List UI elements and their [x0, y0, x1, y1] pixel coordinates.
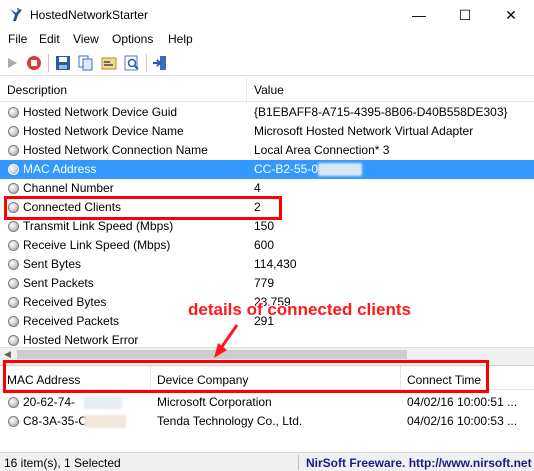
horizontal-scrollbar[interactable]: ◀	[0, 347, 534, 361]
properties-header: Description Value	[0, 78, 534, 102]
exit-icon	[153, 56, 166, 70]
status-separator	[298, 455, 299, 470]
item-bullet-icon	[8, 164, 19, 175]
annotation-label: details of connected clients	[188, 300, 411, 319]
status-item-count: 16 item(s), 1 Selected	[4, 456, 121, 470]
window-title: HostedNetworkStarter	[30, 8, 149, 22]
property-value: 114,430	[254, 257, 297, 271]
client-mac: C8-3A-35-C	[23, 414, 88, 428]
menu-file[interactable]: File	[8, 32, 27, 46]
property-name: Channel Number	[23, 181, 114, 195]
property-row[interactable]: Hosted Network Connection Name Local Are…	[0, 141, 534, 160]
menu-help[interactable]: Help	[168, 32, 193, 46]
property-name: MAC Address	[23, 162, 97, 176]
property-name: Sent Packets	[23, 276, 94, 290]
property-value: 150	[254, 219, 275, 233]
stop-icon	[27, 56, 41, 70]
client-row[interactable]: 20-62-74- Microsoft Corporation 04/02/16…	[0, 393, 534, 412]
property-row-selected[interactable]: MAC Address CC-B2-55-0	[0, 160, 534, 179]
property-value: 600	[254, 238, 275, 252]
property-value: Microsoft Hosted Network Virtual Adapter	[254, 124, 474, 138]
property-name: Hosted Network Connection Name	[23, 143, 208, 157]
properties-button[interactable]	[99, 53, 119, 73]
annotation-arrow-icon	[214, 324, 239, 358]
client-mac: 20-62-74-	[23, 395, 76, 409]
property-row[interactable]: Sent Packets 779	[0, 274, 534, 293]
item-bullet-icon	[8, 240, 19, 251]
toolbar-separator	[48, 54, 49, 72]
item-bullet-icon	[8, 416, 19, 427]
property-name: Transmit Link Speed (Mbps)	[23, 219, 174, 233]
exit-button[interactable]	[150, 53, 170, 73]
item-bullet-icon	[8, 316, 19, 327]
toolbar-separator	[146, 54, 147, 72]
property-name: Hosted Network Error	[23, 333, 139, 347]
nirsoft-link[interactable]: NirSoft Freeware. http://www.nirsoft.net	[306, 456, 532, 470]
highlight-connected-clients	[4, 196, 282, 220]
property-name: Sent Bytes	[23, 257, 82, 271]
property-name: Received Packets	[23, 314, 120, 328]
item-bullet-icon	[8, 126, 19, 137]
close-button[interactable]: ✕	[488, 0, 534, 30]
property-value: {B1EBAFF8-A715-4395-8B06-D40B558DE303}	[254, 105, 508, 119]
highlight-client-columns	[3, 360, 489, 393]
column-description[interactable]: Description	[7, 83, 67, 97]
find-button[interactable]	[122, 53, 142, 73]
property-row[interactable]: Hosted Network Device Guid {B1EBAFF8-A71…	[0, 103, 534, 122]
save-icon	[56, 56, 70, 70]
client-connect-time: 04/02/16 10:00:51 ...	[407, 395, 518, 409]
property-value: 779	[254, 276, 275, 290]
client-row[interactable]: C8-3A-35-C Tenda Technology Co., Ltd. 04…	[0, 412, 534, 431]
save-button[interactable]	[53, 53, 73, 73]
property-name: Hosted Network Device Guid	[23, 105, 178, 119]
property-row[interactable]: Sent Bytes 114,430	[0, 255, 534, 274]
item-bullet-icon	[8, 297, 19, 308]
client-company: Microsoft Corporation	[157, 395, 272, 409]
item-bullet-icon	[8, 278, 19, 289]
property-name: Hosted Network Device Name	[23, 124, 184, 138]
menu-view[interactable]: View	[73, 32, 99, 46]
item-bullet-icon	[8, 397, 19, 408]
redacted-region	[318, 163, 362, 176]
item-bullet-icon	[8, 145, 19, 156]
play-icon	[8, 58, 17, 68]
menu-options[interactable]: Options	[112, 32, 153, 46]
property-name: Receive Link Speed (Mbps)	[23, 238, 171, 252]
item-bullet-icon	[8, 183, 19, 194]
stop-button[interactable]	[24, 53, 44, 73]
item-bullet-icon	[8, 335, 19, 346]
minimize-button[interactable]: —	[396, 0, 442, 30]
property-value: Local Area Connection* 3	[254, 143, 390, 157]
find-icon	[124, 55, 139, 71]
start-button[interactable]	[2, 53, 22, 73]
maximize-button[interactable]: ☐	[442, 0, 488, 30]
properties-icon	[101, 57, 117, 70]
app-icon	[10, 8, 22, 21]
item-bullet-icon	[8, 107, 19, 118]
redacted-region	[84, 415, 126, 428]
client-connect-time: 04/02/16 10:00:53 ...	[407, 414, 518, 428]
copy-icon	[78, 55, 93, 71]
scroll-left-icon[interactable]: ◀	[4, 349, 11, 360]
column-value[interactable]: Value	[254, 83, 284, 97]
status-bar: 16 item(s), 1 Selected NirSoft Freeware.…	[0, 452, 534, 471]
toolbar	[0, 50, 534, 76]
property-value: CC-B2-55-0	[254, 162, 319, 176]
copy-button[interactable]	[76, 53, 96, 73]
property-row[interactable]: Hosted Network Device Name Microsoft Hos…	[0, 122, 534, 141]
property-name: Received Bytes	[23, 295, 107, 309]
column-divider[interactable]	[246, 78, 247, 102]
item-bullet-icon	[8, 259, 19, 270]
item-bullet-icon	[8, 221, 19, 232]
title-bar: HostedNetworkStarter — ☐ ✕	[0, 0, 534, 30]
property-value: 4	[254, 181, 261, 195]
menu-edit[interactable]: Edit	[39, 32, 60, 46]
client-company: Tenda Technology Co., Ltd.	[157, 414, 303, 428]
menu-bar: File Edit View Options Help	[0, 30, 534, 50]
property-row[interactable]: Receive Link Speed (Mbps) 600	[0, 236, 534, 255]
redacted-region	[84, 396, 122, 409]
